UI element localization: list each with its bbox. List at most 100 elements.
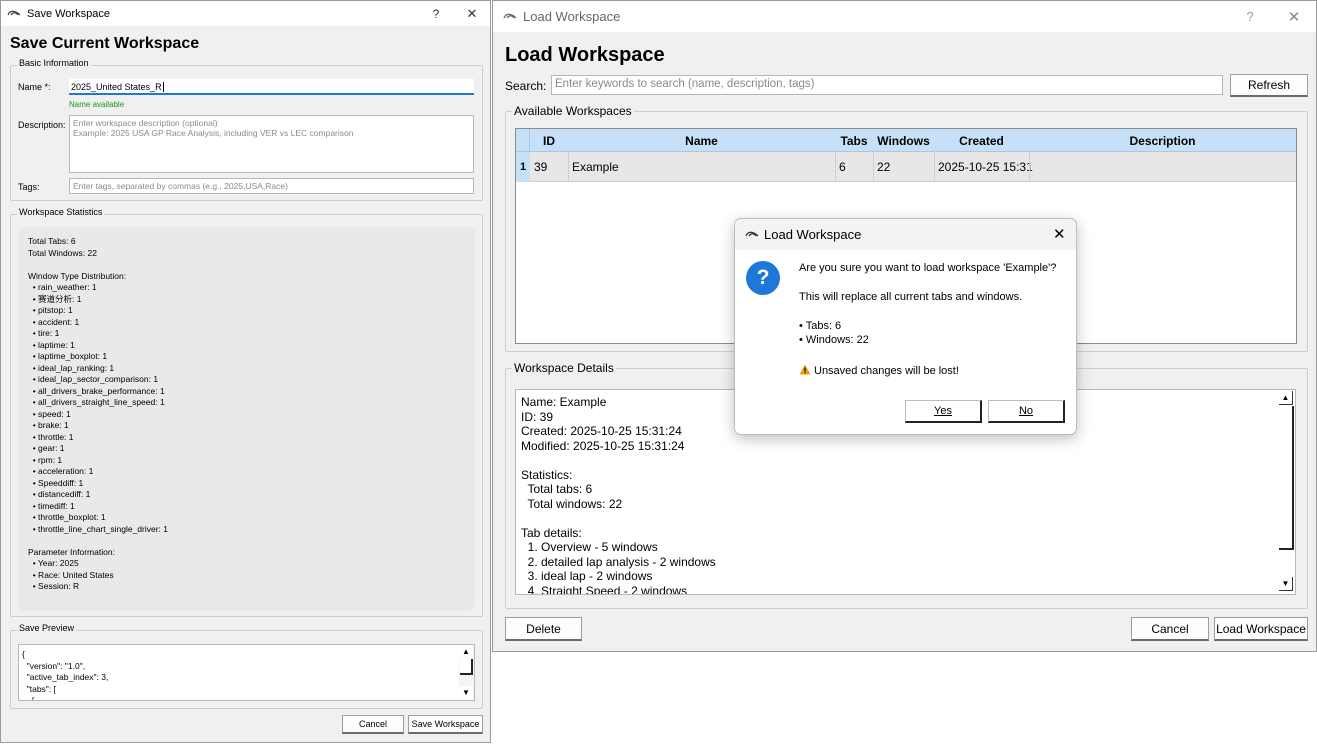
save-workspace-button[interactable]: Save Workspace — [408, 715, 483, 734]
cell-windows: 22 — [877, 160, 891, 174]
preview-line: "tabs": [ — [22, 683, 56, 694]
column-header-tabs[interactable]: Tabs — [835, 134, 873, 148]
details-scrollbar[interactable]: ▲ ▼ — [1278, 390, 1295, 594]
statistics-title: Workspace Statistics — [17, 207, 105, 217]
description-field[interactable]: Enter workspace description (optional) E… — [69, 115, 474, 173]
preview-line: { — [22, 695, 35, 701]
column-header-created[interactable]: Created — [934, 134, 1029, 148]
column-header-id[interactable]: ID — [530, 134, 568, 148]
column-header-name[interactable]: Name — [568, 134, 835, 148]
no-button-label: No — [1018, 405, 1034, 417]
statistics-line: • laptime_boxplot: 1 — [28, 351, 108, 361]
name-label: Name *: — [18, 82, 51, 92]
column-header-windows[interactable]: Windows — [873, 134, 934, 148]
details-line: Total tabs: 6 — [521, 482, 593, 496]
details-line: 2. detailed lap analysis - 2 windows — [521, 554, 716, 569]
help-button[interactable]: ? — [418, 7, 454, 21]
column-divider — [934, 152, 935, 182]
basic-info-title: Basic Information — [17, 58, 91, 68]
statistics-line: • Year: 2025 — [28, 558, 79, 568]
statistics-line: • distancediff: 1 — [28, 489, 91, 499]
scrollbar-thumb[interactable] — [460, 659, 473, 675]
scroll-up-icon[interactable]: ▲ — [459, 645, 473, 659]
statistics-line: • Race: United States — [28, 569, 114, 580]
load-workspace-button[interactable]: Load Workspace — [1214, 617, 1308, 641]
scroll-down-icon[interactable]: ▼ — [459, 686, 473, 700]
question-icon: ? — [746, 261, 780, 295]
cancel-button[interactable]: Cancel — [342, 715, 404, 734]
available-workspaces-title: Available Workspaces — [512, 104, 634, 118]
details-line: Statistics: — [521, 467, 573, 482]
statistics-line: • acceleration: 1 — [28, 466, 94, 476]
details-line: 3. ideal lap - 2 windows — [521, 569, 653, 583]
details-line — [521, 453, 1290, 468]
statistics-panel: Total Tabs: 6 Total Windows: 22 Window Ty… — [18, 227, 475, 611]
app-icon — [745, 231, 759, 237]
app-icon — [503, 13, 517, 18]
load-dialog-title: Load Workspace — [523, 9, 621, 24]
scroll-up-icon[interactable]: ▲ — [1279, 391, 1293, 405]
cell-tabs: 6 — [839, 160, 846, 174]
save-dialog-title: Save Workspace — [27, 7, 110, 20]
statistics-line: • 赛道分析: 1 — [28, 293, 82, 304]
statistics-line: • throttle: 1 — [28, 431, 74, 442]
description-placeholder-line2: Example: 2025 USA GP Race Analysis, incl… — [73, 128, 354, 138]
statistics-line: • Session: R — [28, 581, 80, 591]
preview-line: "active_tab_index": 3, — [22, 672, 109, 682]
refresh-button[interactable]: Refresh — [1230, 74, 1308, 97]
column-divider — [1029, 152, 1030, 182]
tags-field[interactable]: Enter tags, separated by commas (e.g., 2… — [69, 178, 474, 194]
statistics-line: • Speeddiff: 1 — [28, 477, 84, 488]
table-header: ID Name Tabs Windows Created Description — [516, 129, 1296, 152]
description-label: Description: — [18, 120, 66, 130]
statistics-line: • timediff: 1 — [28, 500, 75, 511]
warning-text: Unsaved changes will be lost! — [814, 365, 959, 377]
statistics-line — [28, 259, 465, 271]
preview-line: "version": "1.0", — [22, 660, 86, 671]
statistics-line: • all_drivers_brake_performance: 1 — [28, 385, 165, 396]
column-divider — [835, 152, 836, 182]
yes-button-label: Yes — [934, 405, 952, 417]
close-button[interactable]: ✕ — [1272, 8, 1316, 26]
search-input[interactable]: Enter keywords to search (name, descript… — [551, 75, 1223, 95]
name-field[interactable]: 2025_United States_R — [69, 79, 474, 95]
delete-button[interactable]: Delete — [505, 617, 582, 641]
statistics-line: • ideal_lap_ranking: 1 — [28, 362, 115, 373]
confirm-replace-note: This will replace all current tabs and w… — [799, 291, 1023, 303]
save-dialog-titlebar[interactable]: Save Workspace ? ✕ — [1, 1, 490, 26]
confirm-load-dialog: Load Workspace ✕ ? Are you sure you want… — [734, 218, 1077, 435]
statistics-line: • rpm: 1 — [28, 454, 63, 465]
close-button[interactable]: ✕ — [454, 6, 490, 22]
cancel-button[interactable]: Cancel — [1131, 617, 1209, 641]
scroll-down-icon[interactable]: ▼ — [1279, 577, 1293, 591]
row-number: 1 — [516, 152, 530, 182]
statistics-line: • pitstop: 1 — [28, 305, 73, 315]
preview-line: { — [22, 649, 25, 659]
statistics-line: • all_drivers_straight_line_speed: 1 — [28, 397, 165, 407]
statistics-line: Parameter Information: — [28, 546, 115, 557]
details-line: Modified: 2025-10-25 15:31:24 — [521, 438, 685, 453]
preview-scrollbar[interactable]: ▲ ▼ — [459, 645, 474, 700]
confirm-question: Are you sure you want to load workspace … — [799, 262, 1057, 274]
cell-created: 2025-10-25 15:31 — [938, 160, 1033, 174]
column-divider — [873, 152, 874, 182]
page-title: Save Current Workspace — [10, 35, 200, 52]
scrollbar-thumb[interactable] — [1279, 406, 1294, 550]
statistics-line — [28, 535, 465, 547]
yes-button[interactable]: Yes — [905, 400, 982, 423]
table-row[interactable]: 1 39 Example 6 22 2025-10-25 15:31 — [516, 152, 1296, 182]
statistics-line: Total Windows: 22 — [28, 247, 97, 258]
help-button[interactable]: ? — [1228, 9, 1272, 24]
load-dialog-titlebar[interactable]: Load Workspace ? ✕ — [493, 1, 1316, 32]
confirm-warning: Unsaved changes will be lost! — [799, 364, 959, 377]
save-preview-textarea[interactable]: { "version": "1.0", "active_tab_index": … — [18, 644, 475, 701]
column-header-description[interactable]: Description — [1029, 134, 1296, 148]
close-button[interactable]: ✕ — [1053, 225, 1066, 243]
confirm-titlebar[interactable]: Load Workspace ✕ — [735, 219, 1076, 250]
statistics-line: Window Type Distribution: — [28, 270, 127, 281]
no-button[interactable]: No — [988, 400, 1065, 423]
details-line: Tab details: — [521, 525, 582, 540]
statistics-line: • laptime: 1 — [28, 339, 75, 350]
details-line: 1. Overview - 5 windows — [521, 540, 658, 554]
name-available-status: Name available — [69, 100, 125, 109]
